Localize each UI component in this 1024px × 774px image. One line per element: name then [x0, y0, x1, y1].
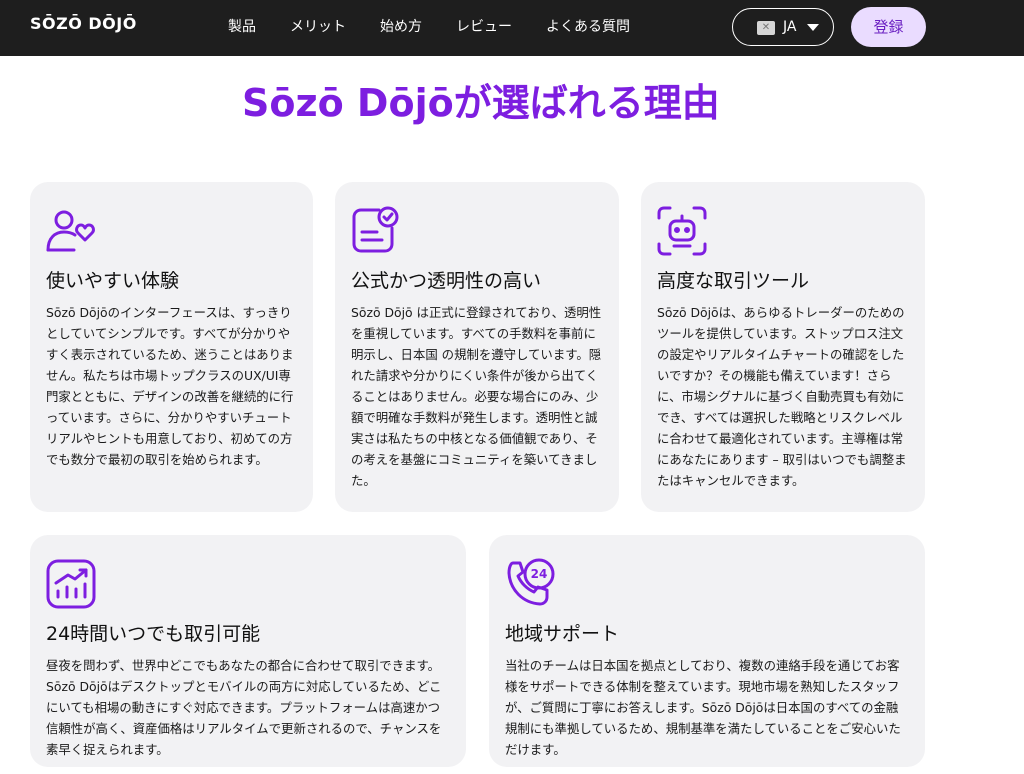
section-title: Sōzō Dōjōが選ばれる理由 [242, 81, 720, 125]
feature-heading: 公式かつ透明性の高い [351, 270, 542, 292]
feature-description: Sōzō Dōjō は正式に登録されており、透明性を重視しています。すべての手数… [351, 305, 602, 488]
feature-description: Sōzō Dōjōのインターフェースは、すっきりとしていてシンプルです。すべてが… [46, 305, 294, 467]
document-check-icon [349, 204, 403, 258]
flag-icon: ✕ [757, 21, 775, 35]
chevron-down-icon [807, 24, 819, 31]
user-heart-icon [44, 204, 98, 258]
register-button[interactable]: 登録 [851, 7, 926, 47]
feature-card-easy-experience: 使いやすい体験 Sōzō Dōjōのインターフェースは、すっきりとしていてシンプ… [30, 182, 313, 512]
feature-description: 当社のチームは日本国を拠点としており、複数の連絡手段を通じてお客様をサポートでき… [505, 658, 901, 757]
feature-heading: 地域サポート [505, 623, 620, 645]
top-navigation-bar: SŌZŌ DŌJŌ 製品 メリット 始め方 レビュー よくある質問 ✕ JA 登… [0, 0, 1024, 56]
robot-scan-icon [655, 204, 709, 258]
chart-growth-icon [44, 557, 98, 611]
feature-card-transparency: 公式かつ透明性の高い Sōzō Dōjō は正式に登録されており、透明性を重視し… [335, 182, 619, 512]
nav-link-reviews[interactable]: レビュー [456, 17, 512, 37]
language-selector[interactable]: ✕ JA [732, 8, 834, 46]
feature-card-local-support: 24 地域サポート 当社のチームは日本国を拠点としており、複数の連絡手段を通じて… [489, 535, 925, 767]
svg-text:24: 24 [531, 567, 548, 581]
nav-link-products[interactable]: 製品 [228, 17, 256, 37]
feature-description: 昼夜を問わず、世界中どこでもあなたの都合に合わせて取引できます。Sōzō Dōj… [46, 658, 442, 757]
phone-24-icon: 24 [503, 557, 557, 611]
feature-card-advanced-tools: 高度な取引ツール Sōzō Dōjōは、あらゆるトレーダーのためのツールを提供し… [641, 182, 925, 512]
feature-card-24h-trading: 24時間いつでも取引可能 昼夜を問わず、世界中どこでもあなたの都合に合わせて取引… [30, 535, 466, 767]
language-code: JA [783, 19, 797, 35]
feature-description: Sōzō Dōjōは、あらゆるトレーダーのためのツールを提供しています。ストップ… [657, 305, 907, 488]
feature-heading: 使いやすい体験 [46, 270, 180, 292]
nav-link-benefits[interactable]: メリット [290, 17, 346, 37]
feature-heading: 24時間いつでも取引可能 [46, 623, 261, 645]
nav-link-getting-started[interactable]: 始め方 [380, 17, 422, 37]
feature-heading: 高度な取引ツール [657, 270, 810, 292]
nav-link-faq[interactable]: よくある質問 [546, 17, 630, 37]
